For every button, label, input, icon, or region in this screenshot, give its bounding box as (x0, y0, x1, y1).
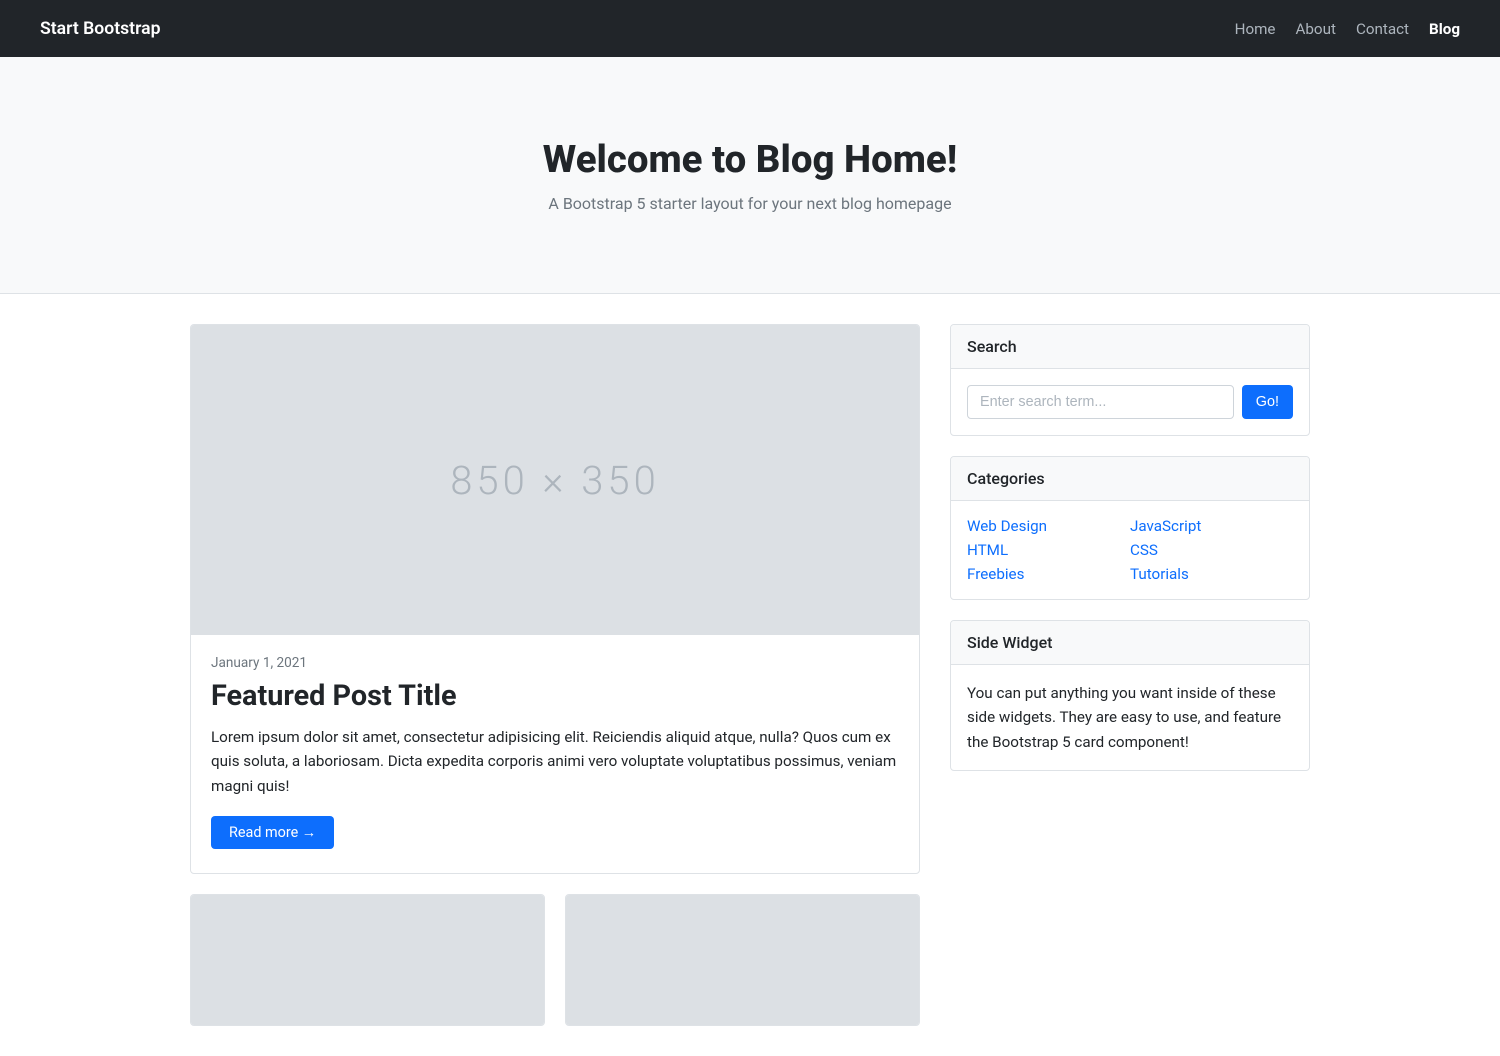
search-go-button[interactable]: Go! (1242, 385, 1293, 419)
category-web-design[interactable]: Web Design (967, 517, 1130, 535)
small-card-2 (565, 894, 920, 1026)
search-widget: Search Go! (950, 324, 1310, 436)
nav-brand[interactable]: Start Bootstrap (40, 19, 160, 39)
search-form: Go! (967, 385, 1293, 419)
hero-section: Welcome to Blog Home! A Bootstrap 5 star… (0, 57, 1500, 294)
side-widget-body: You can put anything you want inside of … (951, 665, 1309, 770)
nav-link-blog[interactable]: Blog (1429, 20, 1460, 38)
nav-links: Home About Contact Blog (1235, 19, 1460, 38)
read-more-button[interactable]: Read more → (211, 816, 334, 849)
featured-post-image: 850 × 350 (191, 325, 919, 635)
main-container: 850 × 350 January 1, 2021 Featured Post … (110, 294, 1390, 1056)
small-cards-row (190, 894, 920, 1026)
category-html[interactable]: HTML (967, 541, 1130, 559)
featured-post-card: 850 × 350 January 1, 2021 Featured Post … (190, 324, 920, 874)
categories-grid: Web Design JavaScript HTML CSS Freebies … (967, 517, 1293, 583)
side-widget-header: Side Widget (951, 621, 1309, 665)
nav-item-contact: Contact (1356, 19, 1409, 38)
featured-post-body: January 1, 2021 Featured Post Title Lore… (191, 635, 919, 873)
side-widget: Side Widget You can put anything you wan… (950, 620, 1310, 771)
category-tutorials[interactable]: Tutorials (1130, 565, 1293, 583)
hero-subtitle: A Bootstrap 5 starter layout for your ne… (20, 194, 1480, 213)
categories-widget-body: Web Design JavaScript HTML CSS Freebies … (951, 501, 1309, 599)
side-widget-text: You can put anything you want inside of … (967, 681, 1293, 754)
nav-item-home: Home (1235, 19, 1276, 38)
nav-link-contact[interactable]: Contact (1356, 20, 1409, 38)
search-widget-header: Search (951, 325, 1309, 369)
nav-link-home[interactable]: Home (1235, 20, 1276, 38)
category-freebies[interactable]: Freebies (967, 565, 1130, 583)
nav-link-about[interactable]: About (1295, 20, 1335, 38)
category-javascript[interactable]: JavaScript (1130, 517, 1293, 535)
categories-widget-header: Categories (951, 457, 1309, 501)
featured-post-title: Featured Post Title (211, 679, 899, 713)
nav-item-about: About (1295, 19, 1335, 38)
search-input[interactable] (967, 385, 1234, 419)
search-widget-body: Go! (951, 369, 1309, 435)
nav-item-blog: Blog (1429, 19, 1460, 38)
navbar: Start Bootstrap Home About Contact Blog (0, 0, 1500, 57)
main-content: 850 × 350 January 1, 2021 Featured Post … (190, 324, 920, 1026)
sidebar: Search Go! Categories Web Design JavaScr… (950, 324, 1310, 771)
featured-post-date: January 1, 2021 (211, 655, 899, 671)
small-card-1 (190, 894, 545, 1026)
categories-widget: Categories Web Design JavaScript HTML CS… (950, 456, 1310, 600)
small-card-2-image (566, 895, 919, 1025)
featured-post-text: Lorem ipsum dolor sit amet, consectetur … (211, 725, 899, 798)
hero-title: Welcome to Blog Home! (20, 137, 1480, 182)
small-card-1-image (191, 895, 544, 1025)
category-css[interactable]: CSS (1130, 541, 1293, 559)
